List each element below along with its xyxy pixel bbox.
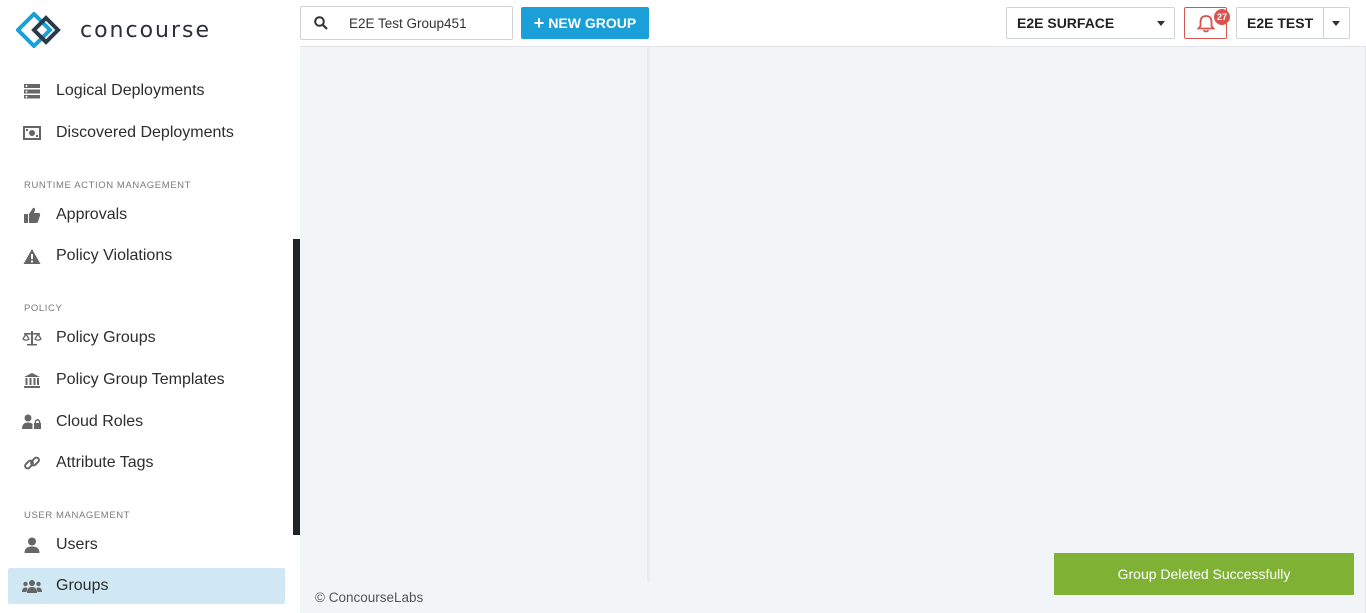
sidebar-item-label: Users — [56, 536, 98, 553]
search-box — [300, 6, 513, 40]
sidebar-item-users[interactable]: Users — [8, 527, 285, 563]
group-list-panel — [300, 47, 650, 581]
sidebar-item-label: Cloud Roles — [56, 413, 144, 430]
sidebar-item-policy-violations[interactable]: Policy Violations — [8, 238, 285, 274]
sidebar-item-label: Policy Violations — [56, 247, 173, 264]
sidebar-item-policy-groups[interactable]: Policy Groups — [8, 320, 285, 356]
toast-notification: Group Deleted Successfully — [1054, 553, 1354, 595]
server-icon — [22, 81, 42, 101]
sidebar-item-label: Policy Group Templates — [56, 371, 225, 388]
sidebar-item-cloud-roles[interactable]: Cloud Roles — [8, 404, 285, 440]
user-icon — [22, 535, 42, 555]
thumbs-up-icon — [22, 205, 42, 225]
warning-icon — [22, 246, 42, 266]
link-icon — [22, 453, 42, 473]
chevron-down-icon — [1332, 21, 1340, 26]
section-header-runtime: RUNTIME ACTION MANAGEMENT — [24, 180, 192, 191]
logo-text: concourse — [80, 17, 212, 43]
logo[interactable]: concourse — [16, 12, 211, 48]
section-header-policy: POLICY — [24, 303, 63, 314]
sidebar-item-label: Policy Groups — [56, 329, 156, 346]
discovered-icon — [22, 123, 42, 143]
surface-label: E2E SURFACE — [1017, 15, 1115, 31]
notifications-button[interactable]: 27 — [1184, 7, 1230, 39]
new-group-label: NEW GROUP — [548, 15, 637, 31]
section-header-user-management: USER MANAGEMENT — [24, 510, 131, 521]
sidebar-item-groups[interactable]: Groups — [8, 568, 285, 604]
bank-icon — [22, 370, 42, 390]
sidebar-item-policy-group-templates[interactable]: Policy Group Templates — [8, 362, 285, 398]
sidebar-item-attribute-tags[interactable]: Attribute Tags — [8, 445, 285, 481]
chevron-down-icon — [1157, 21, 1165, 26]
sidebar-item-label: Discovered Deployments — [56, 124, 234, 141]
users-icon — [22, 576, 42, 596]
new-group-button[interactable]: + NEW GROUP — [521, 7, 649, 39]
search-input[interactable] — [349, 15, 509, 31]
plus-icon: + — [533, 13, 545, 33]
sidebar-item-discovered-deployments[interactable]: Discovered Deployments — [8, 115, 285, 151]
notification-badge: 27 — [1214, 9, 1230, 25]
user-dropdown-toggle[interactable] — [1323, 8, 1349, 38]
balance-scale-icon — [22, 328, 42, 348]
sidebar-item-logical-deployments[interactable]: Logical Deployments — [8, 73, 285, 109]
bell-icon — [1196, 14, 1215, 32]
user-lock-icon — [22, 412, 42, 432]
top-bar: + NEW GROUP E2E SURFACE 27 E2E TEST — [300, 0, 1366, 47]
sidebar-scrollbar[interactable] — [293, 239, 300, 535]
search-icon[interactable] — [301, 16, 341, 30]
user-label[interactable]: E2E TEST — [1237, 15, 1323, 31]
sidebar-item-label: Attribute Tags — [56, 454, 154, 471]
sidebar-item-label: Groups — [56, 577, 109, 594]
sidebar-item-approvals[interactable]: Approvals — [8, 197, 285, 233]
concourse-logo-icon — [16, 12, 61, 48]
main-content: © ConcourseLabs Group Deleted Successful… — [300, 47, 1366, 613]
sidebar: concourse Logical Deployments Discovered… — [0, 0, 300, 613]
sidebar-item-label: Approvals — [56, 206, 128, 223]
surface-dropdown[interactable]: E2E SURFACE — [1006, 7, 1175, 39]
sidebar-item-label: Logical Deployments — [56, 82, 205, 99]
footer-copyright: © ConcourseLabs — [315, 590, 424, 605]
user-menu[interactable]: E2E TEST — [1236, 7, 1350, 39]
